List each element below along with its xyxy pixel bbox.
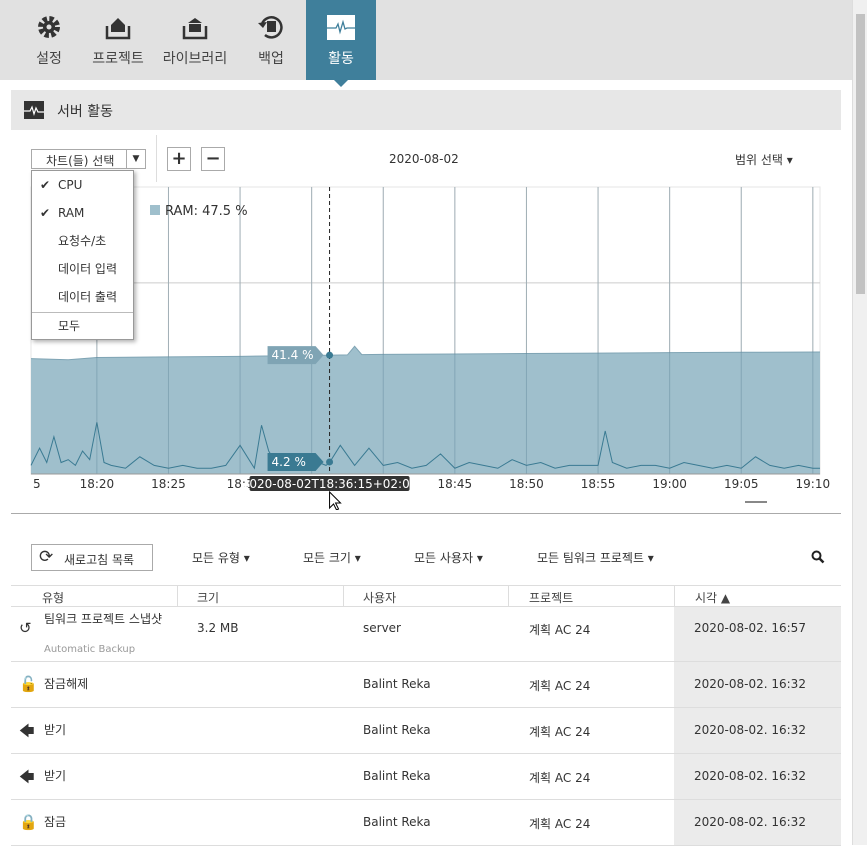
tab-library[interactable]: 라이브러리 [158,0,232,80]
table-row[interactable]: 🔒 잠금 Balint Reka 계획 AC 24 2020-08-02. 16… [11,800,841,846]
project-icon [105,18,131,40]
cursor-time-label: 2020-08-02T18:36:15+02:00 [242,477,418,491]
x-tick-label: 18:50 [509,477,544,491]
zoom-in-button[interactable]: + [167,147,191,171]
x-tick-label: 19:05 [724,477,759,491]
tab-settings[interactable]: 설정 [20,0,78,80]
filter-size[interactable]: 모든 크기 ▾ [303,549,361,566]
refresh-list-button[interactable]: ⟳ 새로고침 목록 [31,544,153,571]
mouse-cursor-icon [329,490,342,510]
x-tick-label: 18:45 [438,477,473,491]
tab-projects[interactable]: 프로젝트 [86,0,150,80]
x-tick-label: 19:10 [796,477,831,491]
top-nav: 설정 프로젝트 라이브러리 백업 활동 [0,0,852,87]
filter-project[interactable]: 모든 팀워크 프로젝트 ▾ [537,549,654,566]
ram-cursor-label-point [326,351,334,359]
column-type[interactable]: 유형 [42,589,64,606]
cpu-cursor-label-point [326,458,334,466]
menu-item-all[interactable]: 모두 [32,312,133,338]
menu-item-requests[interactable]: 요청수/초 [32,228,133,254]
backup-icon: ↺ [19,619,32,637]
search-icon[interactable] [811,550,825,564]
column-project[interactable]: 프로젝트 [529,589,573,606]
scrollbar-thumb[interactable] [856,14,865,294]
x-tick-label: 19:00 [652,477,687,491]
series-ram-area [31,346,820,474]
gear-icon [38,16,60,38]
divider [156,135,157,182]
column-size[interactable]: 크기 [197,589,219,606]
column-time[interactable]: 시각 ▲ [695,589,730,606]
chart-select-menu: ✔ CPU ✔ RAM 요청수/초 데이터 입력 데이터 출력 모두 [31,170,134,340]
x-tick-label: 18:25 [151,477,186,491]
zoom-out-button[interactable]: − [201,147,225,171]
activity-icon [327,15,355,40]
menu-item-data-in[interactable]: 데이터 입력 [32,256,133,282]
library-icon [182,18,208,40]
arrow-left-icon: 🡄 [19,722,35,740]
menu-item-cpu[interactable]: ✔ CPU [32,172,133,198]
menu-item-ram[interactable]: ✔ RAM [32,200,133,226]
ram-cursor-label: 41.4 % [272,348,314,362]
table-row[interactable]: ↺ 팀워크 프로젝트 스냅샷 Automatic Backup 3.2 MB s… [11,607,841,662]
chevron-down-icon: ▼ [126,150,145,168]
panel-header: 서버 활동 [11,90,841,130]
menu-item-data-out[interactable]: 데이터 출력 [32,284,133,310]
x-tick-label: 18:20 [80,477,115,491]
x-tick-label: 18:55 [581,477,616,491]
tab-activity[interactable]: 활동 [306,0,376,87]
chart-legend: RAM: 47.5 % [150,204,248,219]
chart-date: 2020-08-02 [389,152,459,166]
tab-backup[interactable]: 백업 [244,0,298,80]
activity-icon [24,101,44,119]
table-row[interactable]: 🡄 받기 Balint Reka 계획 AC 24 2020-08-02. 16… [11,708,841,754]
filter-type[interactable]: 모든 유형 ▾ [192,549,250,566]
column-user[interactable]: 사용자 [363,589,396,606]
cpu-cursor-label: 4.2 % [272,455,306,469]
arrow-left-icon: 🡄 [19,768,35,786]
chart-select-dropdown[interactable]: 차트(들) 선택 ▼ [31,149,146,169]
range-select-dropdown[interactable]: 범위 선택 ▾ [735,151,793,168]
divider [11,513,841,514]
filter-user[interactable]: 모든 사용자 ▾ [414,549,483,566]
panel-title: 서버 활동 [57,104,113,120]
legend-swatch [150,205,160,215]
check-icon: ✔ [40,206,51,220]
x-tick-label: 5 [33,477,41,491]
refresh-icon: ⟳ [39,547,54,567]
scrollbar[interactable] [852,0,867,845]
unlock-icon: 🔓 [19,675,38,693]
check-icon: ✔ [40,178,51,192]
chart-handle[interactable] [745,501,767,503]
table-row[interactable]: 🡄 받기 Balint Reka 계획 AC 24 2020-08-02. 16… [11,754,841,800]
lock-icon: 🔒 [19,813,38,831]
backup-icon [258,16,283,39]
table-row[interactable]: 🔓 잠금해제 Balint Reka 계획 AC 24 2020-08-02. … [11,662,841,708]
